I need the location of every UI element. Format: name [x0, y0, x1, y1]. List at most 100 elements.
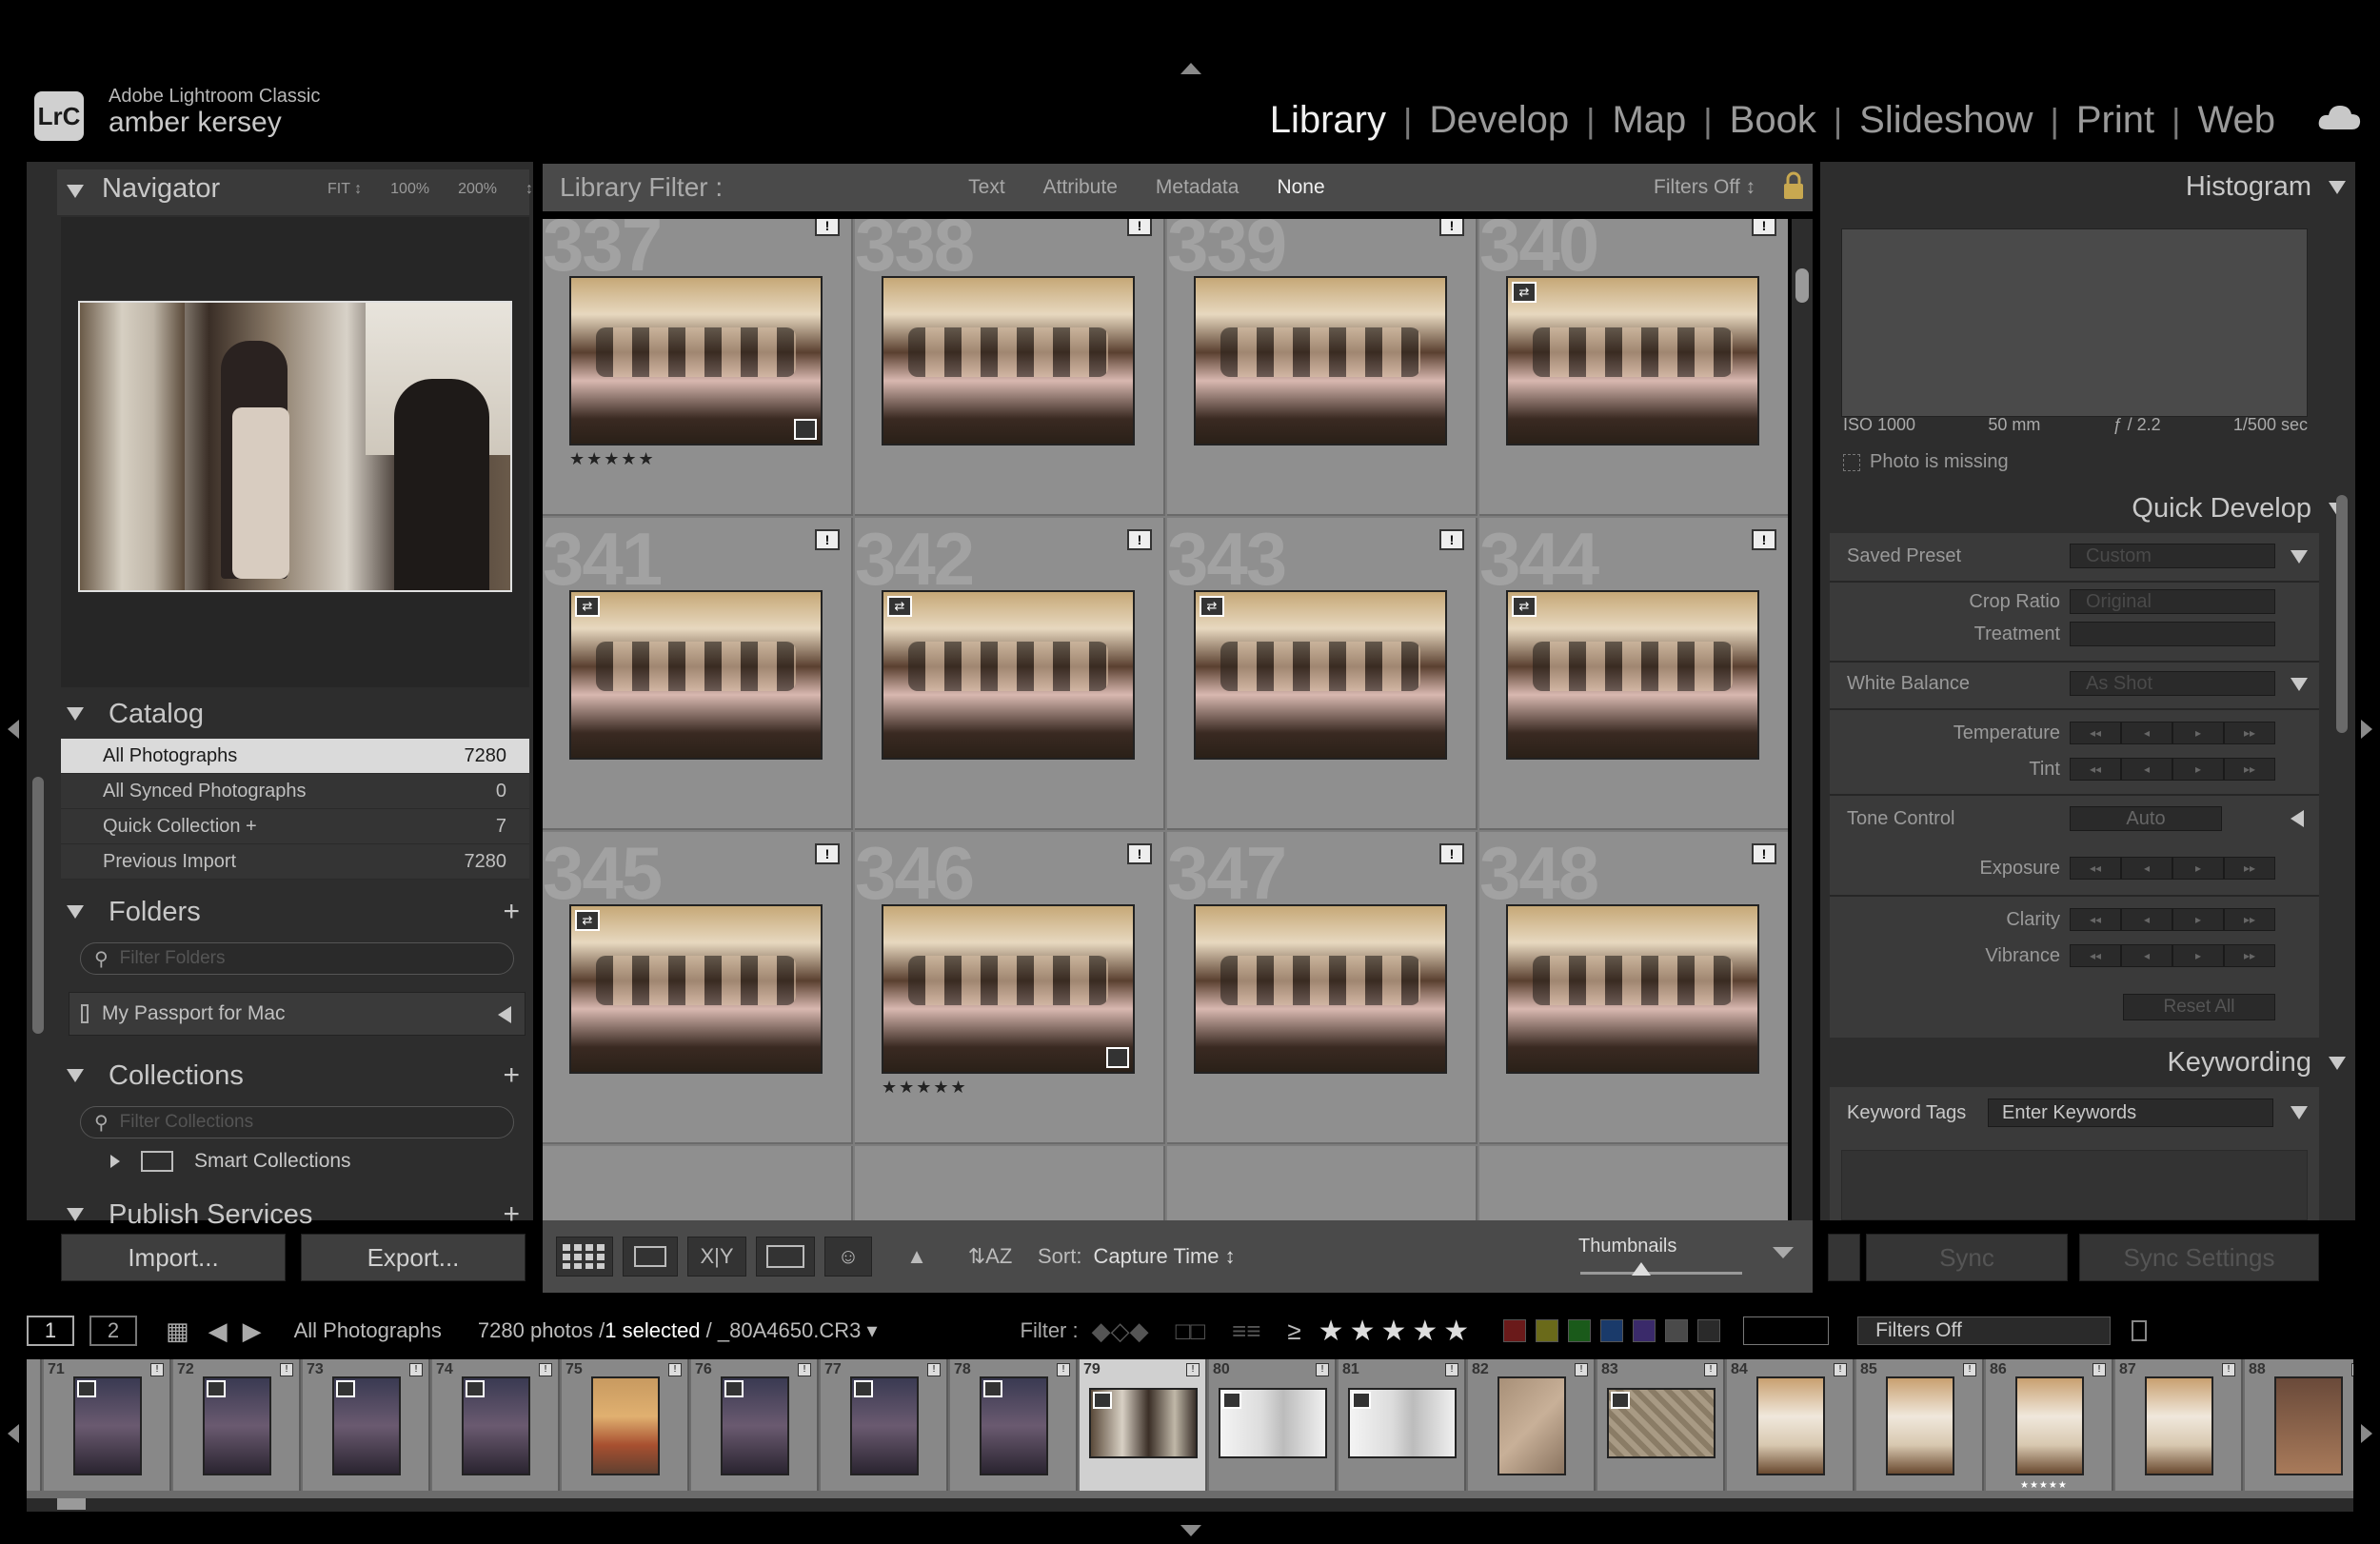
- cloud-icon[interactable]: [2317, 103, 2361, 131]
- flag-filter-icons[interactable]: ◆◇◆: [1092, 1316, 1149, 1346]
- catalog-item-all-synced[interactable]: All Synced Photographs 0: [61, 774, 529, 809]
- step-down[interactable]: ◂: [2121, 758, 2172, 781]
- missing-photo-badge-icon[interactable]: !: [1316, 1363, 1329, 1376]
- grid-cell[interactable]: 341! ⇄: [543, 518, 853, 830]
- step-up-large[interactable]: ▸▸: [2224, 944, 2275, 967]
- painter-icon[interactable]: ▲: [901, 1237, 933, 1277]
- collections-collapse-icon[interactable]: [67, 1069, 84, 1082]
- photo-thumbnail[interactable]: ⇄: [569, 590, 823, 760]
- filmstrip-thumbnail[interactable]: [462, 1376, 530, 1475]
- filmstrip-cell[interactable]: 71!: [44, 1359, 171, 1491]
- reset-all-button[interactable]: Reset All: [2123, 994, 2275, 1020]
- collections-header[interactable]: Collections +: [57, 1055, 529, 1097]
- sync-badge-icon[interactable]: ⇄: [887, 596, 912, 617]
- star-rating[interactable]: ★★★★★: [882, 1078, 968, 1098]
- tone-control-expand-icon[interactable]: [2291, 810, 2304, 827]
- filmstrip-thumbnail[interactable]: [1348, 1388, 1457, 1458]
- keywording-collapse-icon[interactable]: [2329, 1056, 2346, 1070]
- navigator-collapse-icon[interactable]: [67, 185, 84, 198]
- catalog-header[interactable]: Catalog: [57, 693, 529, 735]
- color-label-swatch[interactable]: [1697, 1319, 1721, 1342]
- grid-scrollbar[interactable]: [1792, 219, 1813, 1220]
- color-label-swatch[interactable]: [1600, 1319, 1624, 1342]
- filmstrip-cell[interactable]: 77!: [821, 1359, 948, 1491]
- step-down-large[interactable]: ◂◂: [2070, 944, 2121, 967]
- photo-thumbnail[interactable]: ⇄: [1506, 276, 1759, 445]
- missing-photo-badge-icon[interactable]: !: [1752, 529, 1776, 550]
- missing-photo-badge-icon[interactable]: !: [1752, 219, 1776, 236]
- publish-collapse-icon[interactable]: [67, 1208, 84, 1221]
- forward-arrow-icon[interactable]: ▶: [243, 1316, 262, 1346]
- photo-thumbnail[interactable]: [1194, 276, 1447, 445]
- catalog-item-quick-collection[interactable]: Quick Collection + 7: [61, 809, 529, 844]
- sync-settings-button[interactable]: Sync Settings: [2079, 1234, 2319, 1281]
- step-up[interactable]: ▸: [2172, 857, 2224, 880]
- grid-cell[interactable]: 343! ⇄: [1167, 518, 1478, 830]
- catalog-item-previous-import[interactable]: Previous Import 7280: [61, 844, 529, 880]
- device-expand-icon[interactable]: [498, 1006, 511, 1023]
- photo-thumbnail[interactable]: [1194, 904, 1447, 1074]
- navigator-preview-image[interactable]: [78, 301, 512, 592]
- missing-photo-badge-icon[interactable]: !: [2222, 1363, 2235, 1376]
- filmstrip-thumbnail[interactable]: [1219, 1388, 1327, 1458]
- collapse-left-panel-arrow-icon[interactable]: [8, 720, 19, 739]
- missing-photo-badge-icon[interactable]: !: [2092, 1363, 2106, 1376]
- step-down-large[interactable]: ◂◂: [2070, 857, 2121, 880]
- missing-photo-badge-icon[interactable]: !: [815, 219, 840, 236]
- add-collection-icon[interactable]: +: [503, 1059, 520, 1092]
- missing-photo-badge-icon[interactable]: !: [1186, 1363, 1200, 1376]
- filmstrip-source[interactable]: All Photographs: [294, 1318, 442, 1343]
- missing-photo-badge-icon[interactable]: !: [1057, 1363, 1070, 1376]
- module-book[interactable]: Book: [1713, 99, 1834, 142]
- filmstrip-cell[interactable]: 81!: [1339, 1359, 1466, 1491]
- module-web[interactable]: Web: [2180, 99, 2292, 142]
- vibrance-steppers[interactable]: ◂◂ ◂ ▸ ▸▸: [2070, 944, 2275, 967]
- collapse-right-panel-arrow-icon[interactable]: [2361, 720, 2372, 739]
- compare-view-icon[interactable]: X|Y: [687, 1237, 746, 1277]
- missing-photo-badge-icon[interactable]: !: [1752, 843, 1776, 864]
- step-up[interactable]: ▸: [2172, 758, 2224, 781]
- histogram-collapse-icon[interactable]: [2329, 180, 2346, 194]
- star-rating[interactable]: ★★★★★: [569, 449, 656, 469]
- thumbnail-size-slider-knob[interactable]: [1632, 1262, 1651, 1276]
- saved-preset-expand-icon[interactable]: [2291, 550, 2308, 564]
- filter-tab-none[interactable]: None: [1277, 176, 1324, 199]
- selected-filename[interactable]: / _80A4650.CR3 ▾: [706, 1318, 878, 1342]
- filmstrip-cell[interactable]: 75!: [562, 1359, 689, 1491]
- missing-photo-badge-icon[interactable]: !: [815, 529, 840, 550]
- filmstrip-thumbnail[interactable]: [2274, 1376, 2343, 1475]
- temperature-steppers[interactable]: ◂◂ ◂ ▸ ▸▸: [2070, 722, 2275, 744]
- folders-header[interactable]: Folders +: [57, 891, 529, 933]
- catalog-collapse-icon[interactable]: [67, 707, 84, 721]
- rating-operator[interactable]: ≥: [1287, 1316, 1300, 1346]
- filmstrip-cell[interactable]: 86! ★★★★★: [1986, 1359, 2113, 1491]
- filter-presets-dropdown[interactable]: Filters Off ↕: [1654, 176, 1755, 199]
- filter-mode-icons[interactable]: [1743, 1316, 1830, 1345]
- catalog-item-all-photographs[interactable]: All Photographs 7280: [61, 739, 529, 774]
- rating-filter-stars[interactable]: ★★★★★: [1319, 1315, 1475, 1348]
- filter-tab-attribute[interactable]: Attribute: [1043, 176, 1118, 199]
- filmstrip-cell[interactable]: 76!: [691, 1359, 819, 1491]
- filmstrip-cell[interactable]: 85!: [1856, 1359, 1984, 1491]
- smart-collections-item[interactable]: Smart Collections: [110, 1150, 351, 1173]
- filmstrip-scrollbar-thumb[interactable]: [57, 1498, 86, 1510]
- filmstrip-thumbnail[interactable]: [203, 1376, 271, 1475]
- grid-cell[interactable]: 342! ⇄: [855, 518, 1165, 830]
- filmstrip-thumbnail[interactable]: [73, 1376, 142, 1475]
- import-button[interactable]: Import...: [61, 1234, 286, 1281]
- filmstrip-thumbnail[interactable]: [1497, 1376, 1566, 1475]
- star-rating[interactable]: ★★★★★: [2020, 1480, 2068, 1491]
- sync-badge-icon[interactable]: ⇄: [1200, 596, 1224, 617]
- grid-cell[interactable]: 345! ⇄: [543, 832, 853, 1144]
- missing-photo-badge-icon[interactable]: !: [1575, 1363, 1588, 1376]
- filmstrip-filters-dropdown[interactable]: Filters Off: [1857, 1316, 2112, 1345]
- missing-photo-badge-icon[interactable]: !: [798, 1363, 811, 1376]
- right-panel-scrollbar[interactable]: [2336, 495, 2348, 733]
- filmstrip-thumbnail[interactable]: [591, 1376, 660, 1475]
- filmstrip-cell[interactable]: 72!: [173, 1359, 301, 1491]
- filmstrip-cell[interactable]: 78!: [950, 1359, 1078, 1491]
- grid-view-icon[interactable]: [556, 1237, 613, 1277]
- step-down[interactable]: ◂: [2121, 944, 2172, 967]
- photo-thumbnail[interactable]: ⇄: [882, 590, 1135, 760]
- virtual-copy-filter-icons[interactable]: □□: [1176, 1316, 1205, 1346]
